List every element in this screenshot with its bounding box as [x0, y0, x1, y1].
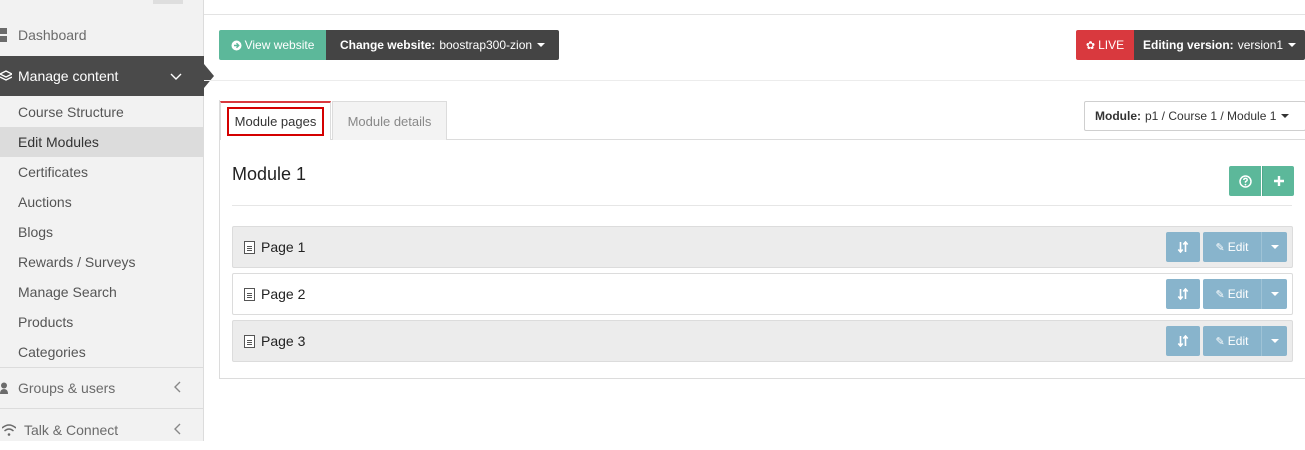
page-row: Page 1 ✎ Edit: [232, 226, 1293, 268]
edit-label: Edit: [1227, 287, 1249, 301]
edit-icon: ✎: [1215, 335, 1225, 348]
chevron-left-icon: [174, 422, 182, 438]
question-circle-icon: [1238, 174, 1252, 188]
tab-module-details[interactable]: Module details: [332, 101, 447, 140]
live-button[interactable]: ✿ LIVE: [1076, 30, 1134, 60]
sidebar-subitem-label: Course Structure: [18, 104, 124, 120]
sidebar-subitem-categories[interactable]: Categories: [0, 337, 204, 367]
sidebar-subitem-products[interactable]: Products: [0, 307, 204, 337]
view-website-label: View website: [244, 38, 315, 52]
caret-down-icon: [1288, 43, 1297, 47]
sidebar-item-groups-users[interactable]: Groups & users: [0, 368, 204, 408]
plus-icon: [1273, 176, 1284, 186]
sidebar-item-manage-content[interactable]: Manage content: [0, 56, 214, 96]
sidebar: Dashboard Manage content Course Structur…: [0, 0, 214, 441]
sidebar-toggle-button[interactable]: [153, 0, 183, 4]
topbar-divider: [204, 14, 1305, 15]
sidebar-subitem-edit-modules[interactable]: Edit Modules: [0, 127, 204, 157]
user-icon: [0, 382, 18, 395]
sidebar-subitem-label: Manage Search: [18, 284, 117, 300]
page-title[interactable]: Page 3: [261, 333, 305, 349]
toolbar-divider: [204, 80, 1305, 81]
module-title: Module 1: [232, 164, 307, 184]
edit-dropdown-toggle[interactable]: [1261, 326, 1287, 356]
help-button[interactable]: [1229, 166, 1261, 196]
sidebar-subitem-certificates[interactable]: Certificates: [0, 157, 204, 187]
sidebar-divider: [0, 408, 204, 409]
change-website-dropdown[interactable]: Change website: boostrap300-zion: [326, 30, 559, 60]
editing-version-value: version1: [1237, 38, 1284, 52]
edit-label: Edit: [1227, 240, 1249, 254]
arrow-circle-right-icon: [231, 40, 242, 51]
sidebar-item-label: Talk & Connect: [24, 422, 119, 438]
tab-label: Module details: [347, 113, 432, 129]
sort-icon: [1177, 335, 1189, 347]
chevron-left-icon: [174, 380, 182, 396]
document-icon: [244, 334, 255, 348]
sidebar-item-label: Dashboard: [18, 27, 87, 43]
change-website-value: boostrap300-zion: [439, 38, 533, 52]
edit-dropdown-toggle[interactable]: [1261, 232, 1287, 262]
wifi-icon: [2, 424, 20, 436]
module-title-divider: [232, 205, 1292, 206]
caret-down-icon: [1270, 292, 1279, 296]
change-website-label: Change website:: [339, 38, 436, 52]
gear-icon: ✿: [1085, 39, 1096, 52]
tab-module-pages[interactable]: Module pages: [220, 101, 331, 140]
sidebar-subitem-label: Products: [18, 314, 74, 330]
editing-version-dropdown[interactable]: Editing version: version1: [1134, 30, 1305, 60]
layers-icon: [0, 69, 18, 83]
document-icon: [244, 287, 255, 301]
sidebar-subitem-label: Blogs: [18, 224, 54, 240]
tab-label: Module pages: [226, 107, 325, 136]
sidebar-subitem-label: Auctions: [18, 194, 72, 210]
module-select-label: Module:: [1095, 109, 1141, 123]
edit-icon: ✎: [1215, 241, 1225, 254]
edit-button[interactable]: ✎ Edit: [1203, 232, 1261, 262]
sidebar-item-label: Groups & users: [18, 380, 116, 396]
sort-button[interactable]: [1166, 326, 1200, 356]
document-icon: [244, 240, 255, 254]
page-title[interactable]: Page 2: [261, 286, 305, 302]
caret-down-icon: [1270, 245, 1279, 249]
edit-button[interactable]: ✎ Edit: [1203, 326, 1261, 356]
sidebar-subitem-auctions[interactable]: Auctions: [0, 187, 204, 217]
edit-dropdown-toggle[interactable]: [1261, 279, 1287, 309]
sidebar-subitem-rewards-surveys[interactable]: Rewards / Surveys: [0, 247, 204, 277]
sidebar-subitem-manage-search[interactable]: Manage Search: [0, 277, 204, 307]
editing-version-label: Editing version:: [1143, 38, 1234, 52]
module-select-dropdown[interactable]: Module: p1 / Course 1 / Module 1: [1084, 101, 1305, 131]
sidebar-item-dashboard[interactable]: Dashboard: [0, 15, 204, 55]
caret-down-icon: [1281, 114, 1290, 118]
chevron-down-icon: [170, 68, 182, 84]
sidebar-subitem-label: Certificates: [18, 164, 89, 180]
edit-label: Edit: [1227, 334, 1249, 348]
caret-down-icon: [537, 43, 546, 47]
sidebar-item-label: Manage content: [18, 68, 119, 84]
sidebar-subitem-label: Edit Modules: [18, 134, 99, 150]
module-select-value: p1 / Course 1 / Module 1: [1145, 109, 1277, 123]
sidebar-subitem-label: Categories: [18, 344, 86, 360]
page-row: Page 2 ✎ Edit: [232, 273, 1293, 315]
sidebar-subitem-course-structure[interactable]: Course Structure: [0, 97, 204, 127]
sidebar-item-talk-connect[interactable]: Talk & Connect: [0, 410, 204, 450]
edit-icon: ✎: [1215, 288, 1225, 301]
sidebar-subitem-label: Rewards / Surveys: [18, 254, 136, 270]
caret-down-icon: [1270, 339, 1279, 343]
sort-icon: [1177, 241, 1189, 253]
page-row: Page 3 ✎ Edit: [232, 320, 1293, 362]
page-title[interactable]: Page 1: [261, 239, 305, 255]
live-label: LIVE: [1098, 38, 1125, 52]
sidebar-subitem-blogs[interactable]: Blogs: [0, 217, 204, 247]
sort-icon: [1177, 288, 1189, 300]
add-page-button[interactable]: [1262, 166, 1294, 196]
edit-button[interactable]: ✎ Edit: [1203, 279, 1261, 309]
sort-button[interactable]: [1166, 279, 1200, 309]
sort-button[interactable]: [1166, 232, 1200, 262]
view-website-button[interactable]: View website: [219, 30, 326, 60]
dashboard-icon: [0, 28, 18, 42]
